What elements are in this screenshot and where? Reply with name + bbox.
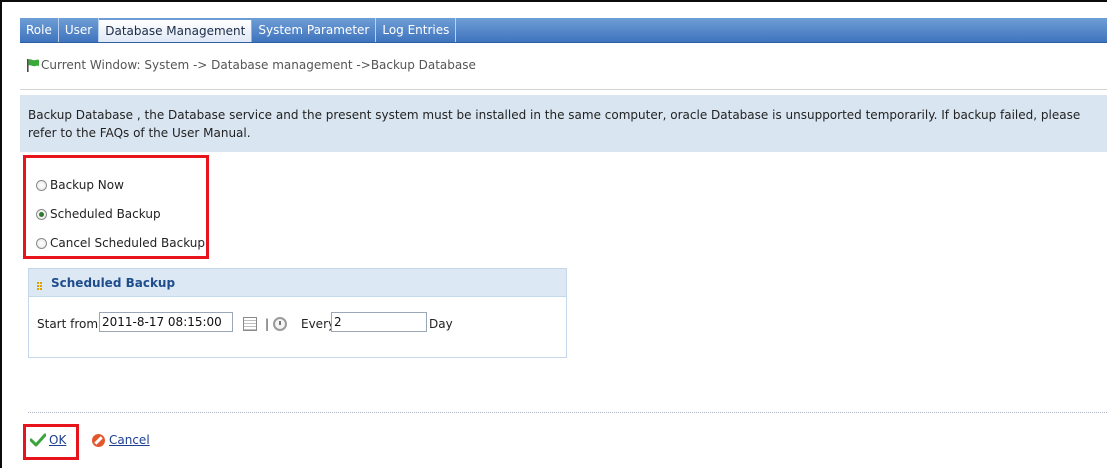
interval-unit-label: Day — [429, 317, 453, 331]
clock-icon[interactable] — [273, 317, 287, 331]
radio-button[interactable] — [36, 208, 47, 220]
panel-body: Start from | Every Day — [29, 297, 566, 357]
start-datetime-field[interactable] — [99, 312, 233, 332]
radio-button[interactable] — [36, 237, 47, 249]
icon-separator: | — [265, 317, 270, 331]
green-flag-icon — [26, 58, 40, 72]
breadcrumb: Current Window: System -> Database manag… — [20, 43, 1107, 90]
check-icon — [29, 433, 47, 447]
panel-header: Scheduled Backup — [29, 269, 566, 297]
radio-scheduled-backup[interactable]: Scheduled Backup — [36, 207, 161, 221]
tab-user[interactable]: User — [59, 18, 100, 42]
backup-notice: Backup Database , the Database service a… — [20, 95, 1107, 152]
grip-dots-icon — [37, 279, 45, 290]
interval-field[interactable] — [331, 312, 427, 332]
radio-label: Backup Now — [50, 178, 124, 192]
radio-cancel-scheduled-backup[interactable]: Cancel Scheduled Backup — [36, 236, 205, 250]
radio-label: Scheduled Backup — [50, 207, 161, 221]
radio-label: Cancel Scheduled Backup — [50, 236, 206, 250]
radio-backup-now[interactable]: Backup Now — [36, 178, 124, 192]
ok-button[interactable]: OK — [29, 433, 66, 447]
ok-label[interactable]: OK — [49, 433, 66, 447]
breadcrumb-text: Current Window: System -> Database manag… — [41, 58, 476, 72]
tab-log-entries[interactable]: Log Entries — [376, 18, 457, 42]
scheduled-backup-panel: Scheduled Backup Start from | Every Day — [28, 268, 567, 358]
footer-divider — [28, 412, 1107, 413]
panel-title: Scheduled Backup — [51, 275, 176, 290]
tab-database-management[interactable]: Database Management — [99, 20, 253, 42]
calendar-icon[interactable] — [243, 317, 257, 331]
radio-button[interactable] — [36, 179, 47, 191]
tab-system-parameter[interactable]: System Parameter — [252, 18, 377, 42]
cancel-label[interactable]: Cancel — [109, 433, 150, 447]
tab-role[interactable]: Role — [20, 18, 59, 42]
start-from-label: Start from — [37, 317, 99, 331]
tab-bar: Role User Database Management System Par… — [20, 18, 1107, 43]
cancel-icon — [92, 433, 105, 447]
backup-options-group: Backup Now Scheduled Backup Cancel Sched… — [23, 155, 209, 259]
every-label: Every — [301, 317, 336, 331]
notice-text: Backup Database , the Database service a… — [28, 108, 1081, 140]
cancel-button[interactable]: Cancel — [92, 433, 150, 447]
